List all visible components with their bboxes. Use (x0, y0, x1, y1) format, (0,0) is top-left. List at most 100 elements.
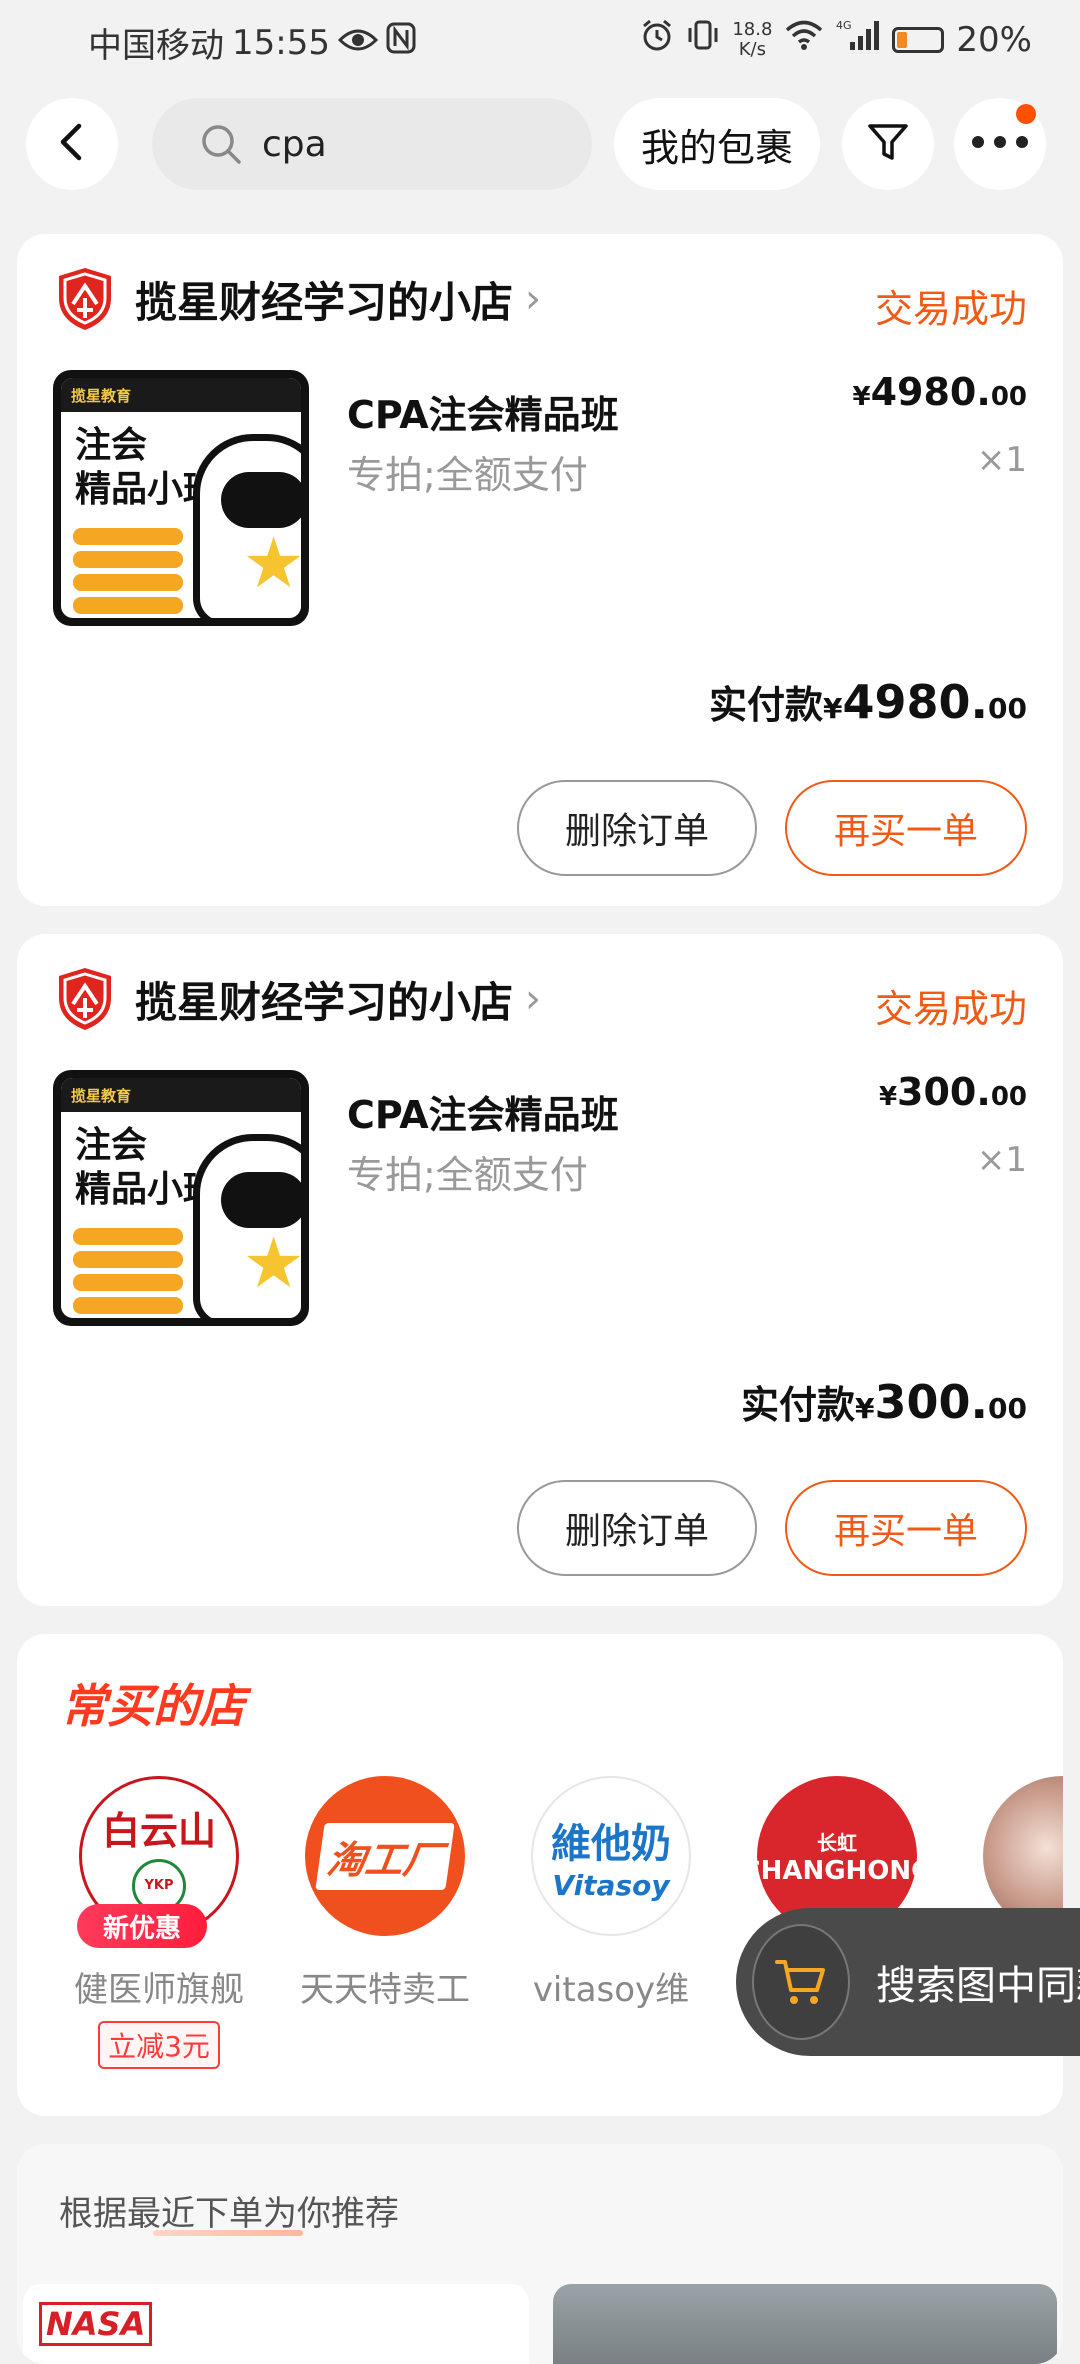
thumbnail-tag (73, 528, 183, 545)
thumbnail-art: 揽星教育 注会 精品小班 ★ (61, 1078, 301, 1318)
order-status: 交易成功 (874, 287, 1027, 331)
search-query: cpa (262, 123, 327, 165)
paid-decimal: 00 (988, 692, 1027, 725)
battery-level-fill (897, 31, 907, 48)
shop-item-name: 天天特卖工 (300, 1970, 470, 2010)
search-input[interactable]: cpa (152, 98, 592, 190)
paid-amount-row: 实付款 ¥4980.00 (709, 674, 1027, 729)
search-same-item-button[interactable]: 搜索图中同款 (736, 1908, 1080, 2056)
shop-item-name: vitasoy维 (532, 1970, 690, 2010)
price-decimal: 00 (990, 382, 1027, 412)
product-thumbnail[interactable]: 揽星教育 注会 精品小班 ★ (53, 1070, 309, 1326)
wifi-icon (784, 19, 824, 60)
product-sku: 专拍;全额支付 (347, 453, 588, 497)
rebuy-button[interactable]: 再买一单 (785, 780, 1027, 876)
shop-header[interactable]: 揽星财经学习的小店 › (55, 966, 541, 1032)
shop-header[interactable]: 揽星财经学习的小店 › (55, 266, 541, 332)
paid-amount-row: 实付款 ¥300.00 (741, 1374, 1027, 1429)
vibrate-icon (686, 18, 720, 61)
notification-dot (1016, 104, 1036, 124)
status-left: 中国移动 15:55 (88, 18, 416, 67)
back-button[interactable] (26, 98, 118, 190)
shop-name: 揽星财经学习的小店 (135, 977, 514, 1027)
recommend-product-card[interactable] (553, 2284, 1057, 2364)
star-icon: ★ (242, 1222, 301, 1304)
thumbnail-tag (73, 1251, 183, 1268)
more-button[interactable] (954, 98, 1046, 190)
product-thumbnail[interactable]: 揽星教育 注会 精品小班 ★ (53, 370, 309, 626)
recommend-title: 根据最近下单为你推荐 (59, 2194, 399, 2234)
thumbnail-brand: 揽星教育 (61, 378, 301, 412)
net-speed-unit: K/s (738, 38, 766, 60)
paid-amount: ¥4980.00 (823, 675, 1027, 729)
cart-icon (752, 1924, 850, 2040)
paid-amount: ¥300.00 (855, 1375, 1027, 1429)
shop-badge-icon (55, 266, 115, 332)
order-status: 交易成功 (874, 987, 1027, 1031)
thumbnail-tags (73, 1228, 183, 1318)
price-integer: 4980. (870, 370, 991, 414)
thumbnail-title-line1: 注会 (75, 425, 148, 466)
shop-logo-text: CHANGHONG (757, 1855, 917, 1886)
shop-name: 揽星财经学习的小店 (135, 277, 514, 327)
shop-badge-icon (55, 966, 115, 1032)
rebuy-button[interactable]: 再买一单 (785, 1480, 1027, 1576)
quantity: ×1 (976, 1140, 1027, 1180)
shop-logo: 維他奶 Vitasoy (531, 1776, 691, 1936)
paid-decimal: 00 (988, 1392, 1027, 1425)
frequent-shop-item[interactable]: 淘工厂 天天特卖工 (285, 1776, 485, 2011)
astronaut-visor (221, 1172, 301, 1228)
back-icon (55, 122, 89, 166)
nfc-icon (386, 22, 416, 63)
delete-order-button[interactable]: 删除订单 (517, 780, 757, 876)
unit-price: ¥4980.00 (853, 370, 1027, 414)
net-speed-value: 18.8 (732, 18, 773, 40)
thumbnail-tags (73, 528, 183, 618)
my-packages-button[interactable]: 我的包裹 (614, 98, 820, 190)
shop-item-name: 健医师旗舰 (74, 1970, 244, 2010)
thumbnail-brand: 揽星教育 (61, 1078, 301, 1112)
promo-badge: 新优惠 (77, 1904, 207, 1948)
price-symbol: ¥ (852, 382, 871, 412)
frequent-shop-item[interactable]: 維他奶 Vitasoy vitasoy维 (511, 1776, 711, 2011)
star-icon: ★ (242, 522, 301, 604)
paid-label: 实付款 (709, 683, 824, 727)
shop-logo: 淘工厂 (305, 1776, 465, 1936)
recommend-product-card[interactable]: NASA (23, 2284, 529, 2364)
order-card: 揽星财经学习的小店 › 交易成功 揽星教育 注会 精品小班 ★ CPA注会精品班… (17, 934, 1063, 1606)
search-icon (200, 123, 242, 165)
status-right: 18.8 K/s 4G 20% (640, 18, 1032, 61)
clock-text: 15:55 (232, 22, 330, 63)
signal-icon: 4G (836, 18, 880, 61)
net-speed: 18.8 K/s (732, 18, 773, 60)
frequent-shop-item[interactable]: 白云山 YKP 新优惠 健医师旗舰 立减3元 (59, 1776, 259, 2069)
frequent-shops-title: 常买的店 (61, 1679, 245, 1733)
shop-logo-sub: 长虹 (817, 1830, 857, 1855)
product-sku: 专拍;全额支付 (347, 1153, 588, 1197)
chevron-right-icon: › (525, 976, 542, 1022)
discount-chip: 立减3元 (98, 2021, 220, 2069)
unit-price: ¥300.00 (879, 1070, 1027, 1114)
recommend-card-logo: NASA (39, 2302, 153, 2346)
price-decimal: 00 (990, 1082, 1027, 1112)
product-name[interactable]: CPA注会精品班 (347, 384, 619, 439)
thumbnail-tag (73, 551, 183, 568)
product-name[interactable]: CPA注会精品班 (347, 1084, 619, 1139)
filter-button[interactable] (842, 98, 934, 190)
paid-integer: 4980. (842, 675, 989, 729)
delete-order-button[interactable]: 删除订单 (517, 1480, 757, 1576)
shop-logo-text: 白云山 (101, 1808, 216, 1853)
astronaut-visor (221, 472, 301, 528)
quantity: ×1 (976, 440, 1027, 480)
thumbnail-tag (73, 1274, 183, 1291)
battery-icon (892, 26, 945, 53)
carrier-text: 中国移动 (88, 26, 224, 66)
thumbnail-art: 揽星教育 注会 精品小班 ★ (61, 378, 301, 618)
chevron-right-icon: › (525, 276, 542, 322)
thumbnail-title-line1: 注会 (75, 1125, 148, 1166)
paid-symbol: ¥ (823, 692, 843, 725)
shop-logo-sub: Vitasoy (552, 1868, 670, 1902)
thumbnail-tag (73, 1297, 183, 1314)
price-integer: 300. (897, 1070, 991, 1114)
eye-icon (337, 23, 379, 63)
